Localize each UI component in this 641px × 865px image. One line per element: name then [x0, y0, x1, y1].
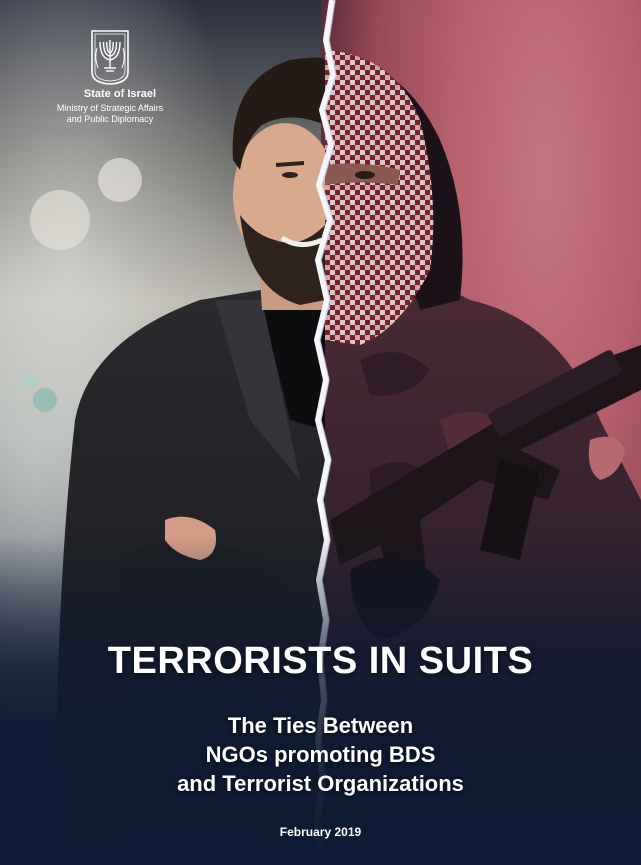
menorah-emblem-icon: [91, 30, 129, 85]
cover-subtitle: The Ties Between NGOs promoting BDS and …: [0, 711, 641, 798]
subtitle-line-1: The Ties Between: [227, 713, 414, 738]
ministry-line-2: and Public Diplomacy: [66, 114, 154, 124]
cover-title: TERRORISTS IN SUITS: [107, 640, 534, 682]
subtitle-line-2: NGOs promoting BDS: [205, 742, 436, 767]
ministry-name: Ministry of Strategic Affairs and Public…: [40, 103, 180, 125]
report-cover: State of Israel Ministry of Strategic Af…: [0, 0, 641, 865]
ministry-line-1: Ministry of Strategic Affairs: [56, 103, 164, 113]
subtitle-line-3: and Terrorist Organizations: [177, 771, 464, 796]
bottom-gradient-overlay: [0, 535, 641, 865]
state-name: State of Israel: [83, 88, 157, 100]
publication-date: February 2019: [279, 825, 362, 839]
